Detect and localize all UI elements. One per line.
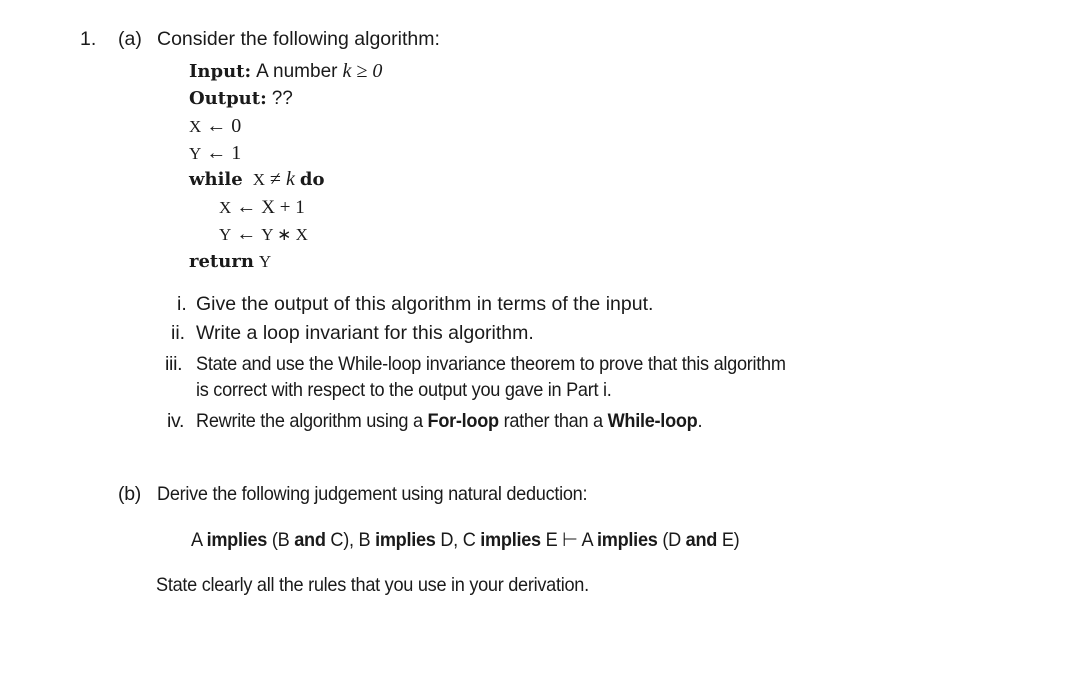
algorithm-input-line: Input: A number k ≥ 0 — [189, 60, 382, 83]
var-x: X — [219, 198, 232, 217]
question-number: 1. — [80, 28, 97, 50]
subpart-iv-label: iv. — [167, 410, 185, 432]
subpart-i-label: i. — [177, 293, 187, 315]
expr: 0 — [231, 115, 242, 137]
algorithm-while-line: while X ≠ k do — [189, 168, 324, 191]
while-loop-term: While-loop — [607, 410, 698, 432]
subpart-iii-label: iii. — [165, 353, 183, 375]
subpart-i-text: Give the output of this algorithm in ter… — [196, 293, 654, 315]
logic-connective: and — [685, 529, 718, 551]
var-x: X — [252, 170, 265, 189]
judgement-term: E) — [717, 529, 740, 551]
judgement-term: C), B — [325, 529, 376, 551]
for-loop-term: For-loop — [427, 410, 500, 432]
expr: Y ∗ X — [261, 225, 308, 244]
judgement-formula: A implies (B and C), B implies D, C impl… — [191, 528, 740, 552]
algorithm-output-line: Output: ?? — [189, 87, 293, 110]
input-label: Input: — [189, 61, 252, 82]
judgement-term: (B — [267, 529, 295, 551]
text-segment: rather than a — [498, 410, 608, 432]
logic-connective: implies — [597, 529, 658, 551]
part-b-label: (b) — [118, 483, 141, 505]
judgement-term: A — [191, 529, 207, 551]
part-b-instruction: State clearly all the rules that you use… — [156, 574, 589, 596]
expr: X + 1 — [261, 197, 305, 218]
do-keyword: do — [299, 169, 325, 190]
judgement-term: E ⊢ A — [540, 529, 598, 551]
algorithm-return-line: return Y — [189, 250, 271, 273]
var-y: Y — [189, 144, 202, 163]
while-keyword: while — [189, 169, 243, 190]
subpart-ii-text: Write a loop invariant for this algorith… — [196, 322, 534, 344]
subpart-iii-text-line2: is correct with respect to the output yo… — [196, 379, 612, 401]
input-math: k ≥ 0 — [342, 60, 383, 82]
part-a-intro: Consider the following algorithm: — [157, 28, 440, 50]
logic-connective: implies — [206, 529, 268, 551]
part-a-label: (a) — [118, 28, 142, 50]
var-k: k — [285, 168, 295, 190]
subpart-iii-text-line1: State and use the While-loop invariance … — [196, 353, 786, 375]
logic-connective: and — [294, 529, 326, 551]
algorithm-line-init-x: X ← 0 — [189, 115, 241, 138]
output-text: ?? — [271, 88, 293, 109]
algorithm-body-line-2: Y ← Y ∗ X — [219, 223, 308, 246]
text-segment: . — [697, 410, 703, 432]
logic-connective: implies — [375, 529, 436, 551]
logic-connective: implies — [480, 529, 541, 551]
input-text: A number — [256, 61, 338, 82]
var-y: Y — [258, 252, 272, 271]
assign-arrow: ← — [236, 223, 257, 245]
subpart-iv-text: Rewrite the algorithm using a For-loop r… — [196, 410, 703, 433]
var-y: Y — [219, 225, 232, 244]
assign-arrow: ← — [206, 115, 227, 137]
algorithm-line-init-y: Y ← 1 — [189, 142, 241, 165]
judgement-term: (D — [657, 529, 686, 551]
assign-arrow: ← — [206, 142, 227, 164]
text-segment: Rewrite the algorithm using a — [196, 410, 428, 432]
part-b-intro: Derive the following judgement using nat… — [157, 483, 588, 505]
expr: 1 — [231, 142, 242, 164]
not-equal-symbol: ≠ — [270, 168, 281, 190]
output-label: Output: — [189, 88, 267, 109]
algorithm-body-line-1: X ← X + 1 — [219, 196, 305, 219]
subpart-ii-label: ii. — [171, 322, 186, 344]
return-keyword: return — [189, 251, 254, 272]
judgement-term: D, C — [435, 529, 481, 551]
assign-arrow: ← — [236, 196, 257, 218]
var-x: X — [189, 117, 202, 136]
